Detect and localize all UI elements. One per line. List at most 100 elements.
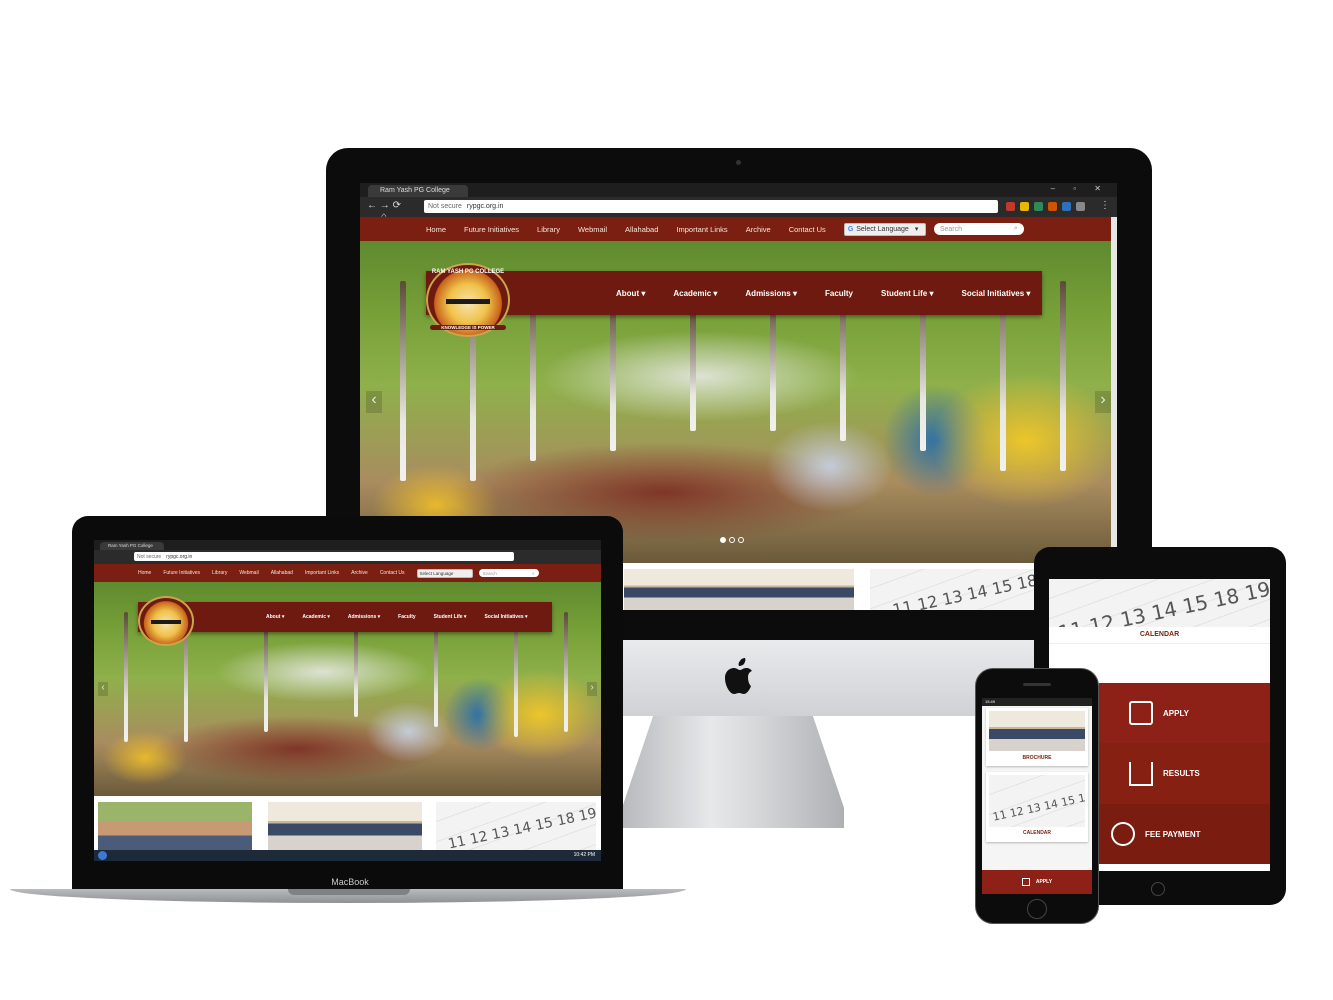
top-nav-contact-us[interactable]: Contact Us <box>789 225 826 234</box>
browser-tab-strip: Ram Yash PG College – ▫ ✕ <box>360 183 1117 197</box>
language-select[interactable]: Select Language <box>416 568 473 578</box>
search-input[interactable]: Search ⌕ <box>933 223 1024 235</box>
slider-next-button[interactable]: › <box>587 682 597 696</box>
language-select[interactable]: G Select Language ▾ <box>843 222 926 236</box>
logo-title: RAM YASH PG COLLEGE <box>431 269 505 275</box>
slider-dot[interactable] <box>738 537 744 543</box>
main-nav-academic[interactable]: Academic ▾ <box>302 614 330 620</box>
top-nav-library[interactable]: Library <box>212 570 227 576</box>
calendar-card[interactable]: 11 12 13 14 15 18 19 20 21 27 CALENDAR <box>986 772 1088 842</box>
top-nav-allahabad[interactable]: Allahabad <box>625 225 658 234</box>
search-input[interactable]: Search ⌕ <box>478 569 539 577</box>
imac-camera <box>736 160 741 165</box>
logo-motto: KNOWLEDGE IS POWER <box>430 325 506 330</box>
calendar-image[interactable]: 11 12 13 14 15 18 19 20 21 27 <box>1049 579 1270 627</box>
top-nav-home[interactable]: Home <box>426 225 446 234</box>
fee-payment-button[interactable]: FEE PAYMENT <box>1099 804 1270 864</box>
website: Home Future Initiatives Library Webmail … <box>94 564 601 850</box>
main-nav-about[interactable]: About ▾ <box>616 289 645 298</box>
brochure-thumbnail[interactable] <box>624 569 854 610</box>
apply-button[interactable]: APPLY <box>1099 683 1270 743</box>
status-bar: 15:49 <box>982 698 1092 706</box>
browser-tab[interactable]: Ram Yash PG College <box>100 542 164 550</box>
macbook-notch <box>288 889 410 895</box>
imac-stand <box>622 716 844 828</box>
top-nav-future-initiatives[interactable]: Future Initiatives <box>163 570 200 576</box>
start-button-icon[interactable] <box>98 851 107 860</box>
top-nav-library[interactable]: Library <box>537 225 560 234</box>
main-nav-academic[interactable]: Academic ▾ <box>673 289 717 298</box>
responsive-showcase: Ram Yash PG College – ▫ ✕ ← → ⟳ ⌂ Not se… <box>0 0 1333 1000</box>
form-icon <box>1129 701 1153 725</box>
hero-slider: About ▾ Academic ▾ Admissions ▾ Faculty … <box>360 241 1117 563</box>
iphone-home-button[interactable] <box>1027 899 1047 919</box>
top-nav-home[interactable]: Home <box>138 570 151 576</box>
main-nav-faculty[interactable]: Faculty <box>825 289 853 298</box>
top-nav-future-initiatives[interactable]: Future Initiatives <box>464 225 519 234</box>
top-nav-allahabad[interactable]: Allahabad <box>271 570 293 576</box>
menu-icon[interactable]: ⋮ <box>1100 200 1110 211</box>
apply-button[interactable]: APPLY <box>982 870 1092 894</box>
students-thumbnail[interactable] <box>98 802 252 850</box>
main-nav-faculty[interactable]: Faculty <box>398 614 416 620</box>
macbook-screen: Ram Yash PG College Not secure rypgc.org… <box>94 540 601 861</box>
extension-icon[interactable] <box>1062 202 1071 211</box>
results-button[interactable]: RESULTS <box>1099 743 1270 804</box>
browser-tab[interactable]: Ram Yash PG College <box>368 185 468 197</box>
ipad-home-button[interactable] <box>1151 882 1165 896</box>
main-nav-banner: About ▾ Academic ▾ Admissions ▾ Faculty … <box>138 602 552 632</box>
top-nav-contact-us[interactable]: Contact Us <box>380 570 405 576</box>
top-nav-important-links[interactable]: Important Links <box>676 225 727 234</box>
extension-icon[interactable] <box>1020 202 1029 211</box>
apply-label: APPLY <box>1035 879 1053 885</box>
slider-prev-button[interactable]: ‹ <box>366 391 382 413</box>
college-logo[interactable]: RAM YASH PG COLLEGE KNOWLEDGE IS POWER <box>426 263 510 337</box>
results-label: RESULTS <box>1163 769 1200 778</box>
top-nav-archive[interactable]: Archive <box>746 225 771 234</box>
main-nav-social-initiatives[interactable]: Social Initiatives ▾ <box>484 614 527 620</box>
brochure-thumbnail[interactable] <box>268 802 422 850</box>
slider-next-button[interactable]: › <box>1095 391 1111 413</box>
main-nav-banner: About ▾ Academic ▾ Admissions ▾ Faculty … <box>426 271 1042 315</box>
address-bar[interactable]: Not secure rypgc.org.in <box>134 552 514 561</box>
slider-dot[interactable] <box>729 537 735 543</box>
apple-logo-icon <box>724 658 754 694</box>
calendar-label: CALENDAR <box>1139 631 1180 638</box>
main-nav-student-life[interactable]: Student Life ▾ <box>881 289 933 298</box>
top-nav: Home Future Initiatives Library Webmail … <box>94 564 601 582</box>
search-icon: ⌕ <box>1013 225 1018 232</box>
extension-icon[interactable] <box>1048 202 1057 211</box>
top-nav-archive[interactable]: Archive <box>351 570 368 576</box>
main-nav-admissions[interactable]: Admissions ▾ <box>348 614 380 620</box>
main-nav-student-life[interactable]: Student Life ▾ <box>434 614 467 620</box>
search-placeholder: Search <box>939 225 962 233</box>
calendar-thumbnail[interactable]: 11 12 13 14 15 18 19 20 21 27 <box>436 802 596 850</box>
hero-slider: About ▾ Academic ▾ Admissions ▾ Faculty … <box>94 582 601 796</box>
payment-icon <box>1111 822 1135 846</box>
extension-icon[interactable] <box>1006 202 1015 211</box>
slider-prev-button[interactable]: ‹ <box>98 682 108 696</box>
apply-label: APPLY <box>1163 708 1189 718</box>
browser-toolbar: Not secure rypgc.org.in <box>94 550 601 564</box>
window-controls: – ▫ ✕ <box>1050 184 1109 193</box>
extension-icon[interactable] <box>1076 202 1085 211</box>
college-logo[interactable] <box>138 596 194 646</box>
brochure-card[interactable]: BROCHURE <box>986 708 1088 766</box>
top-nav-important-links[interactable]: Important Links <box>305 570 339 576</box>
extension-icon[interactable] <box>1034 202 1043 211</box>
browser-tab-strip: Ram Yash PG College <box>94 540 601 550</box>
google-icon: G <box>847 225 854 233</box>
calendar-image: 11 12 13 14 15 18 19 20 21 27 <box>989 775 1085 827</box>
top-nav-webmail[interactable]: Webmail <box>239 570 258 576</box>
trophy-icon <box>1129 761 1153 786</box>
security-indicator: Not secure <box>428 203 462 210</box>
chevron-down-icon: ▾ <box>914 226 919 233</box>
top-nav-webmail[interactable]: Webmail <box>578 225 607 234</box>
slider-dot-active[interactable] <box>720 537 726 543</box>
main-nav-about[interactable]: About ▾ <box>266 614 284 620</box>
iphone-screen: 15:49 BROCHURE 11 12 13 14 15 18 19 20 2… <box>982 698 1092 894</box>
main-nav-admissions[interactable]: Admissions ▾ <box>745 289 797 298</box>
main-nav-social-initiatives[interactable]: Social Initiatives ▾ <box>961 289 1030 298</box>
address-bar[interactable]: Not secure rypgc.org.in <box>424 200 998 213</box>
language-select-label: Select Language <box>856 225 909 233</box>
